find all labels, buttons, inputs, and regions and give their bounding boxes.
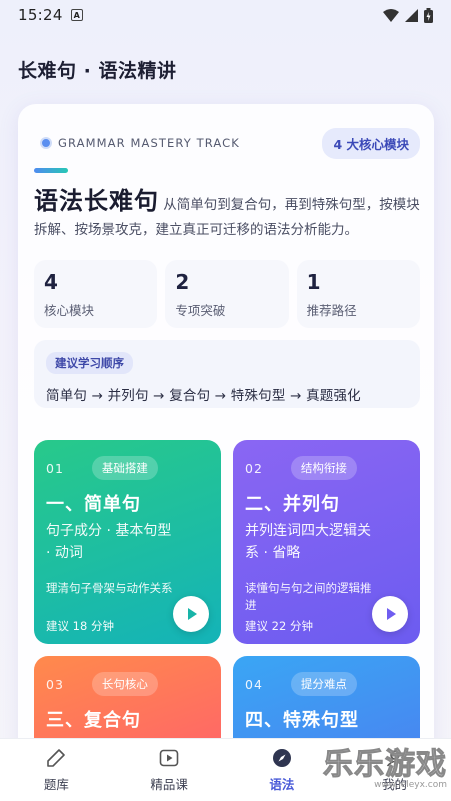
- module-desc: 句子成分 · 基本句型 · 动词: [46, 523, 172, 561]
- route-tag: 建议学习顺序: [46, 352, 133, 374]
- module-note: 理清句子骨架与动作关系: [46, 581, 173, 595]
- nav-item-question-bank[interactable]: 题库: [0, 739, 113, 801]
- stats-row: 4 核心模块 2 专项突破 1 推荐路径: [34, 260, 420, 328]
- intro-title: 语法长难句: [34, 187, 159, 215]
- module-count-badge: 4 大核心模块: [322, 127, 420, 159]
- module-header: 01 基础搭建: [46, 456, 211, 480]
- nav-label: 语法: [269, 777, 295, 792]
- play-button[interactable]: [372, 596, 408, 632]
- course-card: GRAMMAR MASTERY TRACK 4 大核心模块 语法长难句 从简单句…: [18, 104, 434, 764]
- play-icon: [387, 608, 396, 620]
- watermark-url: www.leleyx.com: [374, 780, 447, 790]
- nav-label: 题库: [43, 777, 69, 792]
- status-time: 15:24: [18, 6, 63, 24]
- stat-number: 1: [306, 270, 321, 294]
- route-text: 简单句 → 并列句 → 复合句 → 特殊句型 → 真题强化: [46, 388, 361, 404]
- watermark-text: 乐乐游戏: [323, 747, 447, 782]
- module-number: 04: [245, 676, 263, 692]
- compass-icon: [271, 747, 293, 769]
- stat-label: 专项突破: [175, 303, 226, 318]
- track-dot-icon: [40, 137, 52, 149]
- module-title: 二、并列句: [245, 494, 340, 515]
- module-title: 四、特殊句型: [245, 710, 359, 731]
- stat-modules: 4 核心模块: [34, 260, 158, 328]
- module-note: 读懂句与句之间的逻辑推进: [245, 581, 372, 612]
- accent-bar: [34, 168, 68, 173]
- module-title: 三、复合句: [46, 710, 141, 731]
- module-number: 01: [46, 460, 64, 476]
- module-card-compound[interactable]: 02 结构衔接 二、并列句 并列连词四大逻辑关系 · 省略 读懂句与句之间的逻辑…: [233, 440, 420, 644]
- module-time: 建议 22 分钟: [245, 619, 313, 633]
- module-desc: 并列连词四大逻辑关系 · 省略: [245, 523, 371, 561]
- stat-number: 4: [44, 270, 58, 294]
- module-tag: 结构衔接: [290, 456, 357, 480]
- wifi-icon: [383, 8, 399, 22]
- stat-special: 2 专项突破: [165, 260, 289, 328]
- page-title: 长难句 · 语法精讲: [18, 60, 177, 82]
- module-tag: 基础搭建: [91, 456, 158, 480]
- module-time: 建议 18 分钟: [46, 619, 114, 633]
- module-header: 04 提分难点: [245, 672, 410, 696]
- stat-label: 核心模块: [44, 303, 95, 318]
- module-number: 03: [46, 676, 64, 692]
- watermark: 乐乐游戏 www.leleyx.com: [317, 747, 448, 798]
- battery-icon: [424, 7, 433, 23]
- module-tag: 长句核心: [91, 672, 158, 696]
- nav-item-premium-course[interactable]: 精品课: [113, 739, 226, 801]
- play-button[interactable]: [173, 596, 209, 632]
- stat-number: 2: [175, 270, 190, 294]
- status-bar: 15:24 A: [0, 0, 451, 30]
- module-header: 03 长句核心: [46, 672, 211, 696]
- nav-label: 精品课: [150, 777, 188, 792]
- status-icons: [383, 7, 433, 23]
- play-icon: [188, 608, 197, 620]
- module-number: 02: [245, 460, 263, 476]
- learning-route: 建议学习顺序 简单句 → 并列句 → 复合句 → 特殊句型 → 真题强化: [34, 340, 420, 408]
- notification-icon: A: [70, 9, 83, 21]
- signal-icon: [405, 8, 418, 22]
- stat-path: 1 推荐路径: [296, 260, 420, 328]
- module-tag: 提分难点: [290, 672, 357, 696]
- edit-icon: [45, 747, 67, 769]
- video-icon: [158, 747, 180, 769]
- module-card-simple[interactable]: 01 基础搭建 一、简单句 句子成分 · 基本句型 · 动词 理清句子骨架与动作…: [34, 440, 221, 644]
- track-label: GRAMMAR MASTERY TRACK: [58, 136, 240, 150]
- module-header: 02 结构衔接: [245, 456, 410, 480]
- track-row: GRAMMAR MASTERY TRACK 4 大核心模块: [40, 127, 420, 159]
- stat-label: 推荐路径: [306, 303, 357, 318]
- module-title: 一、简单句: [46, 494, 141, 515]
- intro: 语法长难句 从简单句到复合句，再到特殊句型，按模块拆解、按场景攻克，建立真正可迁…: [34, 184, 420, 242]
